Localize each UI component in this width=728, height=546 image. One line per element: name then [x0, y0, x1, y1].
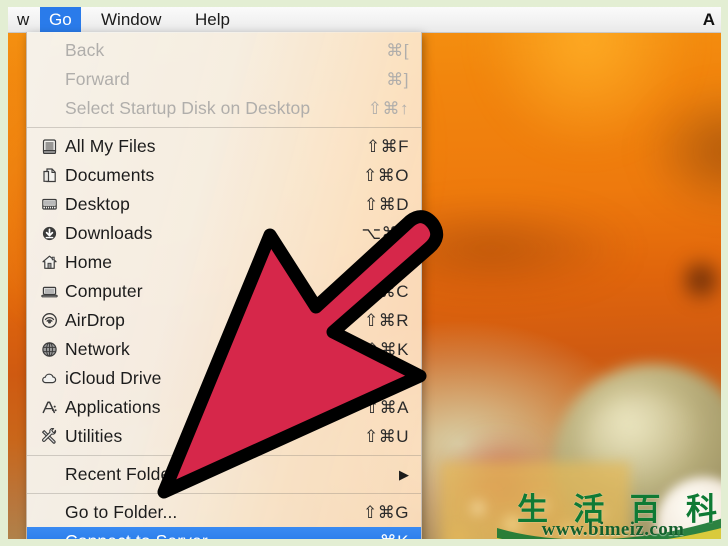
menu-item-computer[interactable]: Computer ⇧⌘C: [27, 277, 421, 306]
frame-left: [0, 0, 8, 546]
background-dark-blob: [680, 252, 721, 308]
home-icon: [41, 254, 65, 271]
network-icon: [41, 341, 65, 358]
watermark-url: www.bimeiz.com: [541, 519, 685, 540]
menu-item-go-to-folder[interactable]: Go to Folder... ⇧⌘G: [27, 498, 421, 527]
menubar-item-go[interactable]: Go: [40, 7, 81, 32]
frame-top: [0, 0, 728, 7]
documents-icon: [41, 167, 65, 184]
menu-item-recent-folders[interactable]: Recent Folders ▶: [27, 460, 421, 489]
menu-item-documents[interactable]: Documents ⇧⌘O: [27, 161, 421, 190]
downloads-icon: [41, 225, 65, 242]
menu-item-label: Network: [65, 339, 130, 359]
utilities-icon: [41, 428, 65, 445]
menu-item-label: Recent Folders: [65, 464, 186, 484]
menu-item-shortcut: ⇧⌘↑: [367, 98, 409, 118]
menu-item-icloud-drive[interactable]: iCloud Drive ⇧⌘I: [27, 364, 421, 393]
menu-item-label: Documents: [65, 165, 155, 185]
menu-item-shortcut: ⇧⌘O: [363, 165, 409, 185]
menubar-item-window[interactable]: Window: [92, 7, 170, 32]
computer-icon: [41, 283, 65, 300]
desktop-icon: [41, 196, 65, 213]
airdrop-icon: [41, 312, 65, 329]
menu-item-select-startup-disk[interactable]: Select Startup Disk on Desktop ⇧⌘↑: [27, 94, 421, 123]
menu-item-label: Home: [65, 252, 113, 272]
menu-bar: w Go Window Help A: [8, 7, 721, 33]
menu-separator: [27, 493, 421, 494]
menu-item-utilities[interactable]: Utilities ⇧⌘U: [27, 422, 421, 451]
menu-item-all-my-files[interactable]: All My Files ⇧⌘F: [27, 132, 421, 161]
menu-item-shortcut: ⇧⌘I: [371, 368, 409, 388]
menu-item-shortcut: ⌥⌘L: [361, 223, 409, 243]
menu-item-airdrop[interactable]: AirDrop ⇧⌘R: [27, 306, 421, 335]
menu-item-label: Select Startup Disk on Desktop: [65, 98, 311, 118]
menu-item-desktop[interactable]: Desktop ⇧⌘D: [27, 190, 421, 219]
go-menu-dropdown: Back ⌘[ Forward ⌘] Select Startup Disk o…: [26, 32, 422, 546]
applications-icon: [41, 399, 65, 416]
menu-item-shortcut: ⇧⌘G: [363, 502, 409, 522]
menubar-item-window-clipped[interactable]: w: [8, 7, 38, 32]
menu-item-label: Go to Folder...: [65, 502, 178, 522]
menu-item-back[interactable]: Back ⌘[: [27, 36, 421, 65]
frame-right: [721, 0, 728, 546]
menu-item-shortcut: ⇧⌘C: [363, 281, 409, 301]
icloud-drive-icon: [41, 370, 65, 387]
menu-item-label: Forward: [65, 69, 130, 89]
frame-bottom: [0, 539, 728, 546]
menu-item-applications[interactable]: Applications ⇧⌘A: [27, 393, 421, 422]
menu-item-label: iCloud Drive: [65, 368, 162, 388]
menu-item-network[interactable]: Network ⇧⌘K: [27, 335, 421, 364]
menubar-item-help[interactable]: Help: [186, 7, 239, 32]
menu-item-shortcut: ⇧⌘D: [363, 194, 409, 214]
menu-item-forward[interactable]: Forward ⌘]: [27, 65, 421, 94]
menu-item-label: Downloads: [65, 223, 153, 243]
menu-item-shortcut: ⇧⌘K: [364, 339, 409, 359]
menu-item-shortcut: ⌘[: [386, 40, 409, 60]
menu-item-label: Desktop: [65, 194, 130, 214]
menu-item-label: All My Files: [65, 136, 156, 156]
menu-item-shortcut: ⇧⌘A: [364, 397, 409, 417]
menu-item-downloads[interactable]: Downloads ⌥⌘L: [27, 219, 421, 248]
menu-item-home[interactable]: Home ⇧⌘H: [27, 248, 421, 277]
screenshot-root: w Go Window Help A Back ⌘[ Forward ⌘] Se…: [0, 0, 728, 546]
menu-item-label: Computer: [65, 281, 143, 301]
menu-separator: [27, 455, 421, 456]
menu-item-shortcut: ⇧⌘H: [363, 252, 409, 272]
menubar-status-icon[interactable]: A: [703, 7, 715, 32]
all-my-files-icon: [41, 138, 65, 155]
menu-item-label: Back: [65, 40, 105, 60]
menu-item-shortcut: ⇧⌘R: [363, 310, 409, 330]
submenu-arrow-icon: ▶: [399, 467, 409, 482]
menu-item-shortcut: ⇧⌘U: [363, 426, 409, 446]
menu-item-label: AirDrop: [65, 310, 126, 330]
menu-item-label: Utilities: [65, 426, 123, 446]
menu-item-label: Applications: [65, 397, 161, 417]
menu-item-shortcut: ⌘]: [386, 69, 409, 89]
menu-separator: [27, 127, 421, 128]
menu-item-shortcut: ⇧⌘F: [365, 136, 409, 156]
watermark: 生活百科 www.bimeiz.com: [497, 486, 728, 546]
